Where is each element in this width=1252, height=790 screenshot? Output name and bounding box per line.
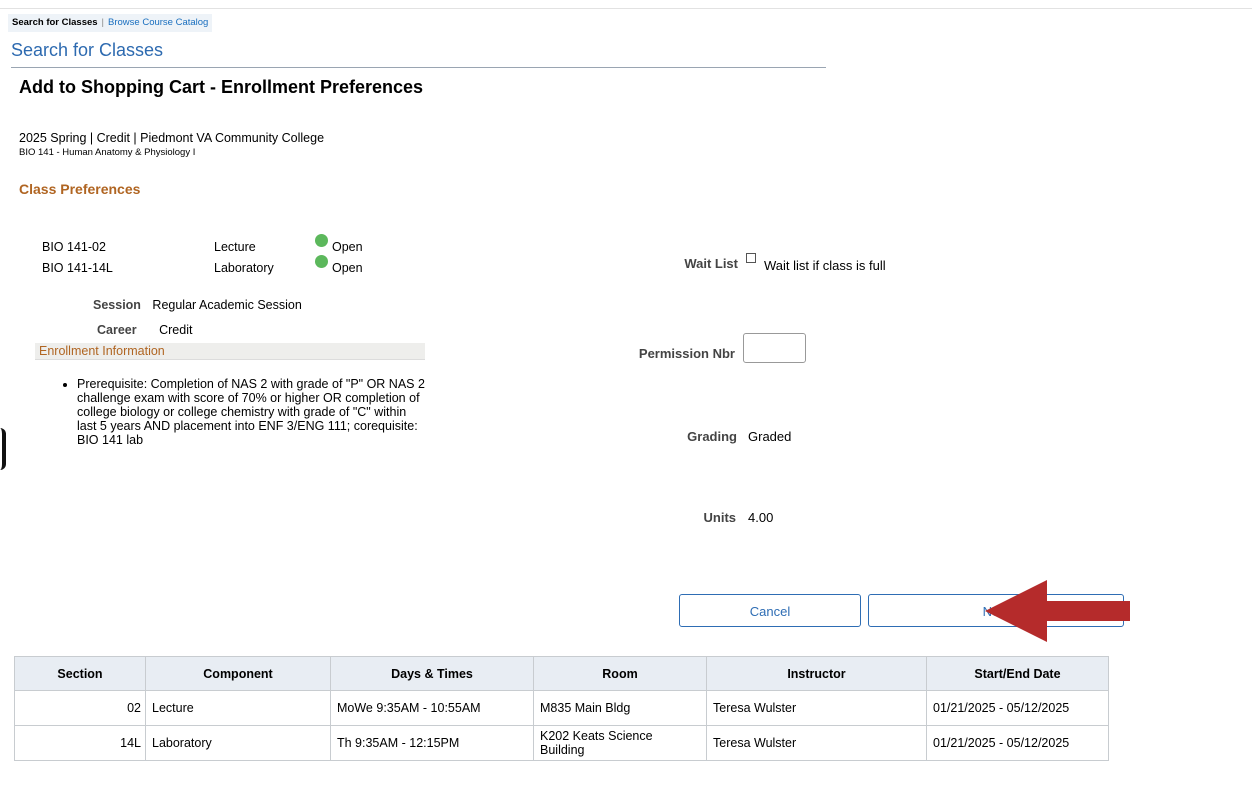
class-sections-table: Section Component Days & Times Room Inst… [14, 656, 1109, 761]
session-value: Regular Academic Session [152, 298, 302, 312]
grading-label: Grading [687, 429, 737, 444]
top-divider [0, 8, 1252, 9]
col-dates-header: Start/End Date [926, 656, 1109, 691]
cell-component: Laboratory [145, 725, 331, 761]
cell-section: 14L [14, 725, 146, 761]
cell-dates: 01/21/2025 - 05/12/2025 [926, 690, 1109, 726]
units-value: 4.00 [748, 510, 774, 525]
cell-dates: 01/21/2025 - 05/12/2025 [926, 725, 1109, 761]
cell-instructor: Teresa Wulster [706, 690, 927, 726]
cancel-button[interactable]: Cancel [679, 594, 861, 627]
cell-component: Lecture [145, 690, 331, 726]
col-room-header: Room [533, 656, 707, 691]
col-component-header: Component [145, 656, 331, 691]
table-row: 14L Laboratory Th 9:35AM - 12:15PM K202 … [14, 725, 1109, 761]
course-title: BIO 141 - Human Anatomy & Physiology I [19, 147, 196, 158]
class-component: Laboratory [214, 261, 274, 275]
term-info: 2025 Spring | Credit | Piedmont VA Commu… [19, 131, 325, 145]
breadcrumb-separator: | [101, 17, 105, 28]
wait-list-text: Wait list if class is full [764, 258, 886, 273]
class-status: Open [332, 261, 363, 275]
cell-room: M835 Main Bldg [533, 690, 707, 726]
col-section-header: Section [14, 656, 146, 691]
open-status-icon [315, 255, 328, 268]
table-row: 02 Lecture MoWe 9:35AM - 10:55AM M835 Ma… [14, 690, 1109, 726]
career-value: Credit [159, 323, 193, 337]
cell-days-times: MoWe 9:35AM - 10:55AM [330, 690, 534, 726]
cell-instructor: Teresa Wulster [706, 725, 927, 761]
career-label: Career [97, 323, 137, 337]
edge-marker [0, 428, 6, 470]
wait-list-label: Wait List [684, 256, 738, 271]
section-heading: Add to Shopping Cart - Enrollment Prefer… [19, 77, 424, 97]
wait-list-checkbox[interactable] [746, 253, 756, 263]
prerequisite-item: Prerequisite: Completion of NAS 2 with g… [77, 377, 427, 447]
session-label: Session [93, 298, 141, 312]
class-status: Open [332, 240, 363, 254]
breadcrumb: Search for Classes | Browse Course Catalog [8, 14, 213, 32]
cell-room: K202 Keats Science Building [533, 725, 707, 761]
cell-days-times: Th 9:35AM - 12:15PM [330, 725, 534, 761]
permission-label: Permission Nbr [638, 346, 735, 361]
class-section: BIO 141-02 [42, 240, 106, 254]
class-preferences-title: Class Preferences [19, 181, 141, 197]
col-days-times-header: Days & Times [330, 656, 534, 691]
prerequisite-list: Prerequisite: Completion of NAS 2 with g… [62, 377, 427, 447]
session-field: Session Regular Academic Session [93, 298, 302, 312]
class-section: BIO 141-14L [42, 261, 113, 275]
permission-number-input[interactable] [743, 333, 806, 363]
heading-divider [11, 67, 826, 68]
breadcrumb-current: Search for Classes [12, 17, 98, 28]
open-status-icon [315, 234, 328, 247]
career-field: Career Credit [97, 323, 192, 337]
col-instructor-header: Instructor [706, 656, 927, 691]
table-header-row: Section Component Days & Times Room Inst… [14, 656, 1109, 691]
cell-section: 02 [14, 690, 146, 726]
units-label: Units [703, 510, 737, 525]
page-title: Search for Classes [11, 40, 164, 60]
red-arrow-icon [985, 580, 1130, 642]
class-component: Lecture [214, 240, 256, 254]
grading-value: Graded [748, 429, 792, 444]
browse-catalog-link[interactable]: Browse Course Catalog [108, 17, 208, 28]
enrollment-info-header: Enrollment Information [35, 343, 425, 360]
